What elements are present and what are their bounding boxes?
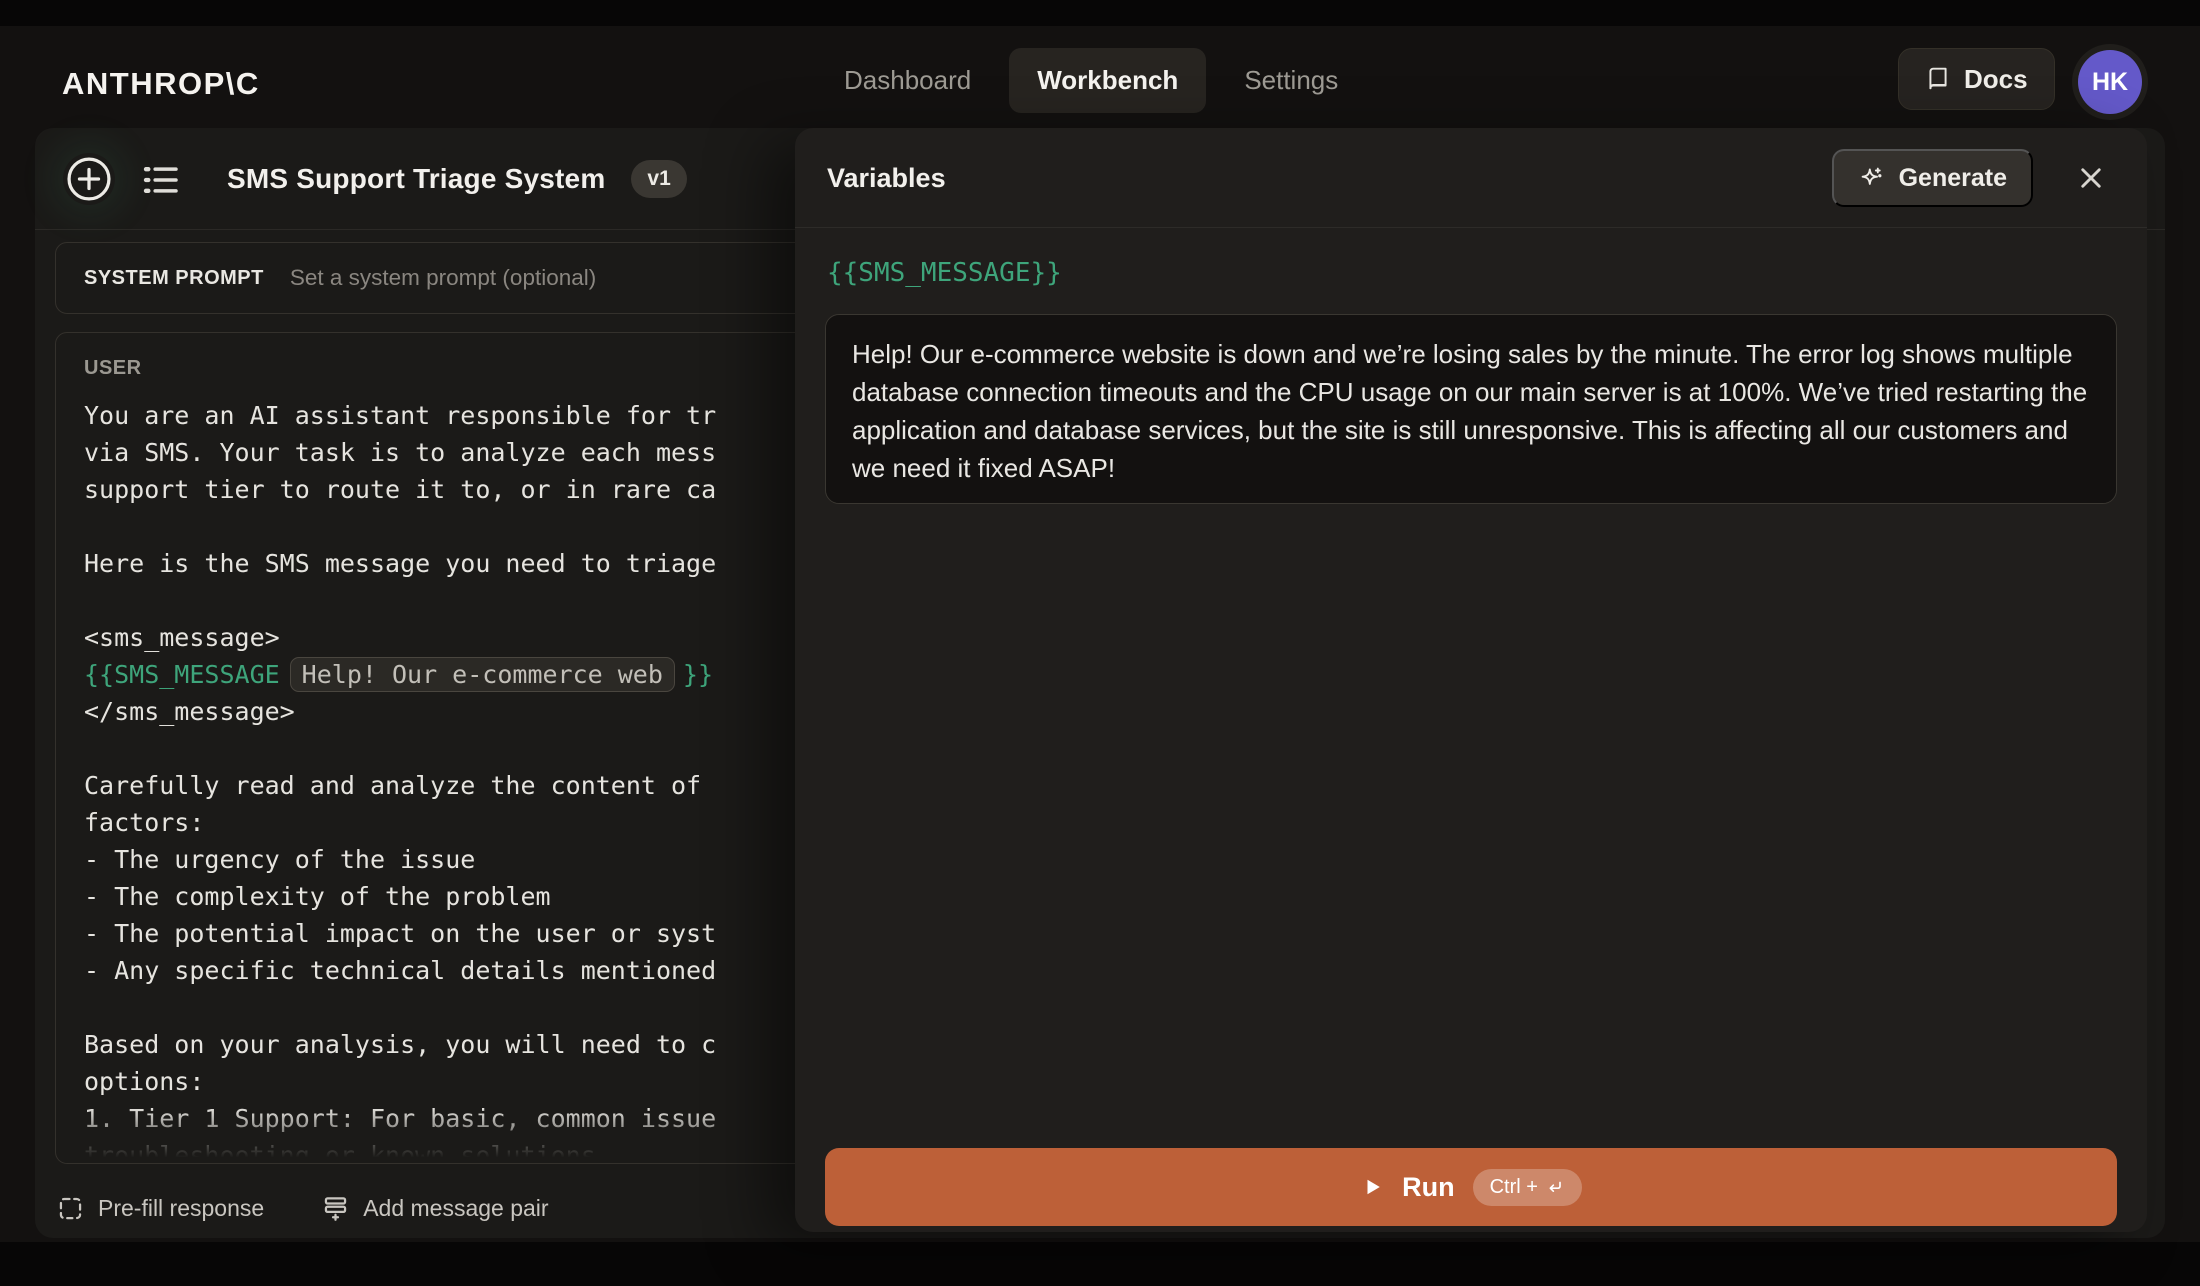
run-shortcut-badge: Ctrl +: [1472, 1168, 1582, 1206]
close-icon[interactable]: [2073, 160, 2109, 196]
code-line: </sms_message>: [84, 697, 295, 726]
code-line: <sms_message>: [84, 623, 280, 652]
generate-button[interactable]: Generate: [1831, 149, 2033, 207]
selection-box-icon: [57, 1195, 84, 1222]
book-icon: [1925, 66, 1951, 92]
bullet-list-icon: [141, 163, 181, 197]
variables-header: Variables Generate: [795, 128, 2147, 228]
sparkle-icon: [1858, 165, 1885, 192]
variable-value-input[interactable]: Help! Our e-commerce website is down and…: [825, 314, 2117, 504]
user-role-label: USER: [84, 357, 142, 379]
code-line: Carefully read and analyze the content o…: [84, 771, 702, 800]
variables-title: Variables: [827, 162, 946, 193]
workbench-page: ANTHROP\C Dashboard Workbench Settings Doc…: [0, 0, 2200, 1286]
code-line: - The potential impact on the user or sy…: [84, 919, 717, 948]
avatar[interactable]: HK: [2078, 50, 2142, 114]
system-prompt-label: SYSTEM PROMPT: [84, 266, 264, 289]
code-line: {{SMS_MESSAGE Help! Our e-commerce web}}: [84, 656, 716, 693]
variable-name-label: {{SMS_MESSAGE}}: [827, 258, 1062, 288]
prompt-title[interactable]: SMS Support Triage System: [227, 163, 605, 195]
inline-variable-value[interactable]: Help! Our e-commerce web: [289, 657, 675, 692]
code-line: You are an AI assistant responsible for …: [84, 401, 717, 430]
nav-tabs: Dashboard Workbench Settings: [816, 48, 1366, 113]
tab-workbench[interactable]: Workbench: [1009, 48, 1207, 113]
code-line: - The complexity of the problem: [84, 882, 551, 911]
message-pair-plus-icon: [322, 1195, 349, 1222]
title-row: SMS Support Triage System v1: [227, 128, 687, 230]
tab-dashboard[interactable]: Dashboard: [816, 48, 999, 113]
code-line: options:: [84, 1067, 205, 1096]
docs-label: Docs: [1964, 63, 2028, 94]
play-icon: [1360, 1175, 1384, 1199]
add-message-pair-button[interactable]: Add message pair: [322, 1195, 549, 1222]
plus-circle-icon: [63, 153, 115, 205]
code-line: factors:: [84, 808, 205, 837]
prompt-panel-footer: Pre-fill response Add message pair: [57, 1195, 549, 1222]
prompt-list-button[interactable]: [141, 163, 181, 197]
code-line: - The urgency of the issue: [84, 845, 476, 874]
docs-button[interactable]: Docs: [1898, 48, 2055, 110]
generate-label: Generate: [1898, 163, 2007, 192]
code-line: - Any specific technical details mention…: [84, 956, 717, 985]
system-prompt-placeholder: Set a system prompt (optional): [289, 265, 597, 290]
variables-panel: Variables Generate {{SMS_MESSAGE}} Help!…: [795, 128, 2147, 1232]
run-label: Run: [1402, 1171, 1455, 1202]
code-line: Based on your analysis, you will need to…: [84, 1030, 717, 1059]
prefill-response-button[interactable]: Pre-fill response: [57, 1195, 264, 1222]
prefill-response-label: Pre-fill response: [98, 1195, 265, 1221]
add-message-pair-label: Add message pair: [363, 1195, 549, 1221]
user-message-code: You are an AI assistant responsible for …: [84, 397, 717, 1163]
anthropic-logo: ANTHROP\C: [62, 66, 260, 101]
code-line: Here is the SMS message you need to tria…: [84, 549, 717, 578]
return-key-icon: [1545, 1177, 1565, 1197]
run-button[interactable]: Run Ctrl +: [825, 1148, 2117, 1226]
tab-settings[interactable]: Settings: [1216, 48, 1366, 113]
code-line: support tier to route it to, or in rare …: [84, 475, 717, 504]
code-line: via SMS. Your task is to analyze each me…: [84, 438, 717, 467]
version-badge[interactable]: v1: [631, 160, 687, 198]
run-shortcut-text: Ctrl +: [1489, 1175, 1538, 1198]
avatar-initials: HK: [2091, 67, 2129, 96]
new-prompt-button[interactable]: [63, 153, 115, 205]
